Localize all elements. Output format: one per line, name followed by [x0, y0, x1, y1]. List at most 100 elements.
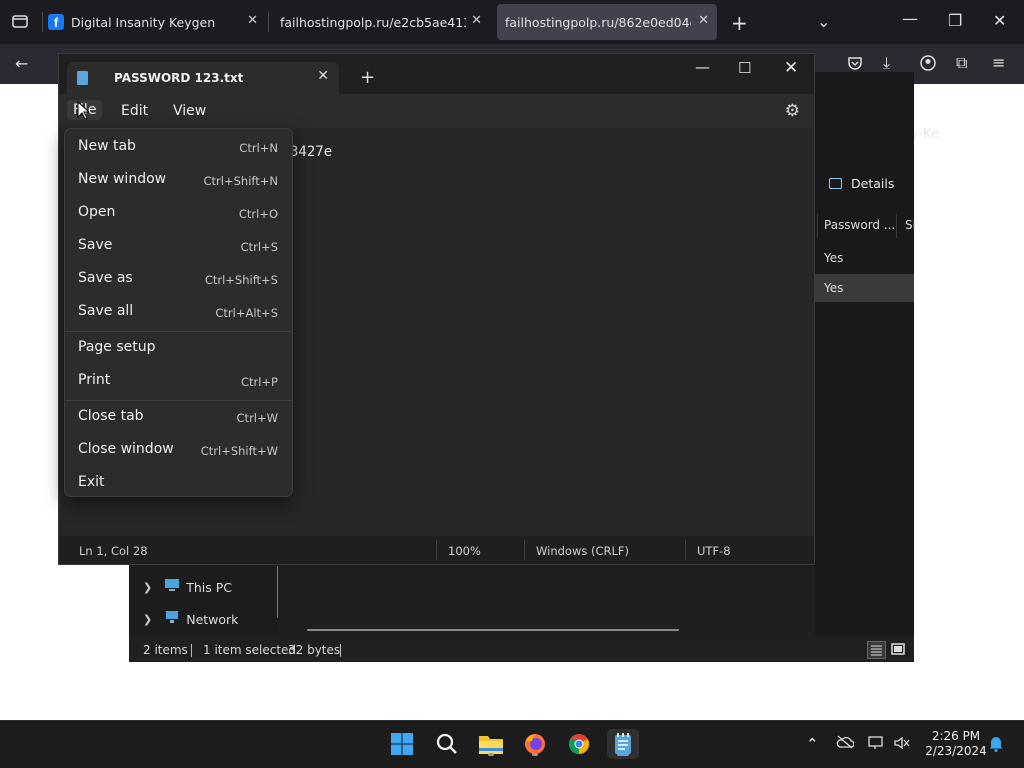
column-size[interactable]: Si	[905, 218, 916, 232]
minimize-icon[interactable]: —	[695, 58, 710, 76]
menu-item-label: Close window	[78, 441, 174, 457]
explorer-details-pane: Details Password ... Si Yes Yes	[815, 72, 916, 635]
menu-item-close-window[interactable]: Close window Ctrl+Shift+W	[65, 435, 292, 465]
horizontal-scrollbar[interactable]	[307, 629, 679, 631]
menu-item-save-all[interactable]: Save all Ctrl+Alt+S	[65, 297, 292, 327]
firefox-icon[interactable]	[520, 729, 550, 759]
search-icon[interactable]	[432, 729, 462, 759]
editor-text: 3427e	[290, 144, 333, 160]
menu-item-label: Exit	[78, 474, 105, 490]
extensions-icon[interactable]: ⧉	[956, 53, 967, 73]
menu-item-exit[interactable]: Exit	[65, 468, 292, 498]
menu-item-shortcut: Ctrl+Shift+N	[203, 174, 278, 188]
network-icon	[164, 610, 180, 628]
menu-item-label: New window	[78, 171, 167, 187]
password-cell: Yes	[824, 281, 844, 295]
start-icon[interactable]	[387, 729, 417, 759]
menu-separator	[65, 331, 292, 332]
hamburger-menu-icon[interactable]: ≡	[992, 53, 1005, 72]
notepad-icon[interactable]	[607, 729, 639, 759]
running-indicator	[617, 753, 629, 756]
menu-edit[interactable]: Edit	[121, 103, 148, 119]
close-window-icon[interactable]: ✕	[993, 11, 1006, 30]
notification-bell-icon[interactable]	[988, 734, 1004, 756]
item-count: 2 items	[143, 643, 188, 657]
close-window-icon[interactable]: ✕	[784, 58, 798, 78]
close-tab-icon[interactable]: ✕	[471, 13, 482, 28]
tab-separator	[268, 12, 269, 32]
tree-label: This PC	[186, 579, 233, 595]
close-tab-icon[interactable]: ✕	[317, 68, 329, 84]
onedrive-icon[interactable]	[836, 735, 855, 753]
tree-item-network[interactable]: ❯ Network	[143, 610, 238, 628]
computer-icon	[164, 578, 180, 596]
menu-item-close-tab[interactable]: Close tab Ctrl+W	[65, 402, 292, 432]
chrome-icon[interactable]	[564, 729, 594, 759]
browser-tab[interactable]: failhostingpolp.ru/e2cb5ae413ea0e5 ✕	[272, 4, 490, 40]
zoom-level: 100%	[448, 544, 481, 558]
details-pane-icon	[829, 178, 842, 189]
details-button[interactable]: Details	[829, 176, 894, 191]
windows-taskbar: ⌃ 2:26 PM 2/23/2024	[0, 720, 1024, 768]
table-row[interactable]: Yes	[815, 244, 914, 272]
menu-item-shortcut: Ctrl+Shift+W	[200, 444, 278, 458]
menu-item-new-tab[interactable]: New tab Ctrl+N	[65, 132, 292, 162]
menu-item-shortcut: Ctrl+W	[236, 411, 278, 425]
system-clock[interactable]: 2:26 PM 2/23/2024	[912, 729, 1000, 759]
maximize-icon[interactable]: ☐	[738, 59, 751, 77]
menu-view[interactable]: View	[173, 103, 206, 119]
cursor-position: Ln 1, Col 28	[79, 544, 148, 558]
menu-item-page-setup[interactable]: Page setup	[65, 333, 292, 363]
download-icon[interactable]: ⤓	[883, 53, 890, 73]
browser-tab-active[interactable]: failhostingpolp.ru/862e0ed04e6f4f1 ✕	[497, 4, 717, 40]
menu-item-save[interactable]: Save Ctrl+S	[65, 231, 292, 261]
menu-item-label: Save all	[78, 303, 134, 319]
chevron-down-icon[interactable]: ⌄	[817, 12, 830, 31]
table-row-selected[interactable]: Yes	[815, 274, 914, 302]
details-view-icon[interactable]	[867, 641, 886, 659]
browser-tab[interactable]: f Digital Insanity Keygen ✕	[48, 4, 266, 40]
menu-item-shortcut: Ctrl+N	[239, 141, 278, 155]
back-arrow-icon[interactable]: ←	[15, 54, 28, 73]
account-icon[interactable]	[920, 55, 936, 75]
menu-item-label: Open	[78, 204, 116, 220]
encoding: UTF-8	[697, 544, 731, 558]
tab-title: Digital Insanity Keygen	[71, 14, 216, 30]
close-tab-icon[interactable]: ✕	[698, 13, 709, 28]
menu-item-open[interactable]: Open Ctrl+O	[65, 198, 292, 228]
menu-item-label: Save	[78, 237, 113, 253]
restore-icon[interactable]: ❐	[948, 11, 962, 30]
close-tab-icon[interactable]: ✕	[247, 13, 258, 28]
status-divider	[685, 540, 686, 560]
status-divider	[436, 540, 437, 560]
gear-icon[interactable]: ⚙	[785, 101, 800, 121]
notepad-doc-icon	[77, 71, 88, 85]
minimize-icon[interactable]: —	[902, 9, 918, 28]
chevron-right-icon[interactable]: ❯	[143, 613, 152, 626]
tab-title: failhostingpolp.ru/e2cb5ae413ea0e5	[280, 14, 466, 30]
new-tab-icon[interactable]: +	[360, 67, 375, 88]
large-icons-view-icon[interactable]	[890, 641, 908, 659]
status-divider	[191, 644, 192, 657]
menu-item-save-as[interactable]: Save as Ctrl+Shift+S	[65, 264, 292, 294]
new-tab-icon[interactable]: +	[731, 11, 748, 35]
pane-splitter[interactable]	[277, 566, 278, 618]
network-icon[interactable]	[867, 735, 885, 755]
menu-item-print[interactable]: Print Ctrl+P	[65, 366, 292, 396]
notepad-document-tab[interactable]: PASSWORD 123.txt ✕	[67, 62, 339, 94]
notepad-title-bar: PASSWORD 123.txt ✕ + — ☐ ✕	[59, 54, 814, 94]
menu-item-label: Page setup	[78, 339, 156, 355]
menu-item-new-window[interactable]: New window Ctrl+Shift+N	[65, 165, 292, 195]
menu-item-shortcut: Ctrl+P	[240, 375, 278, 389]
tab-list-icon[interactable]	[11, 12, 29, 34]
chevron-up-icon[interactable]: ⌃	[806, 735, 819, 753]
menu-separator	[65, 400, 292, 401]
chevron-right-icon[interactable]: ❯	[143, 581, 152, 594]
tree-item-this-pc[interactable]: ❯ This PC	[143, 578, 232, 596]
volume-muted-icon[interactable]	[893, 735, 911, 755]
tab-title: failhostingpolp.ru/862e0ed04e6f4f1	[505, 14, 691, 30]
column-header[interactable]: Password ...	[817, 214, 897, 238]
tree-label: Network	[186, 611, 239, 627]
file-explorer-icon[interactable]	[476, 729, 506, 759]
column-password: Password ...	[824, 218, 896, 232]
